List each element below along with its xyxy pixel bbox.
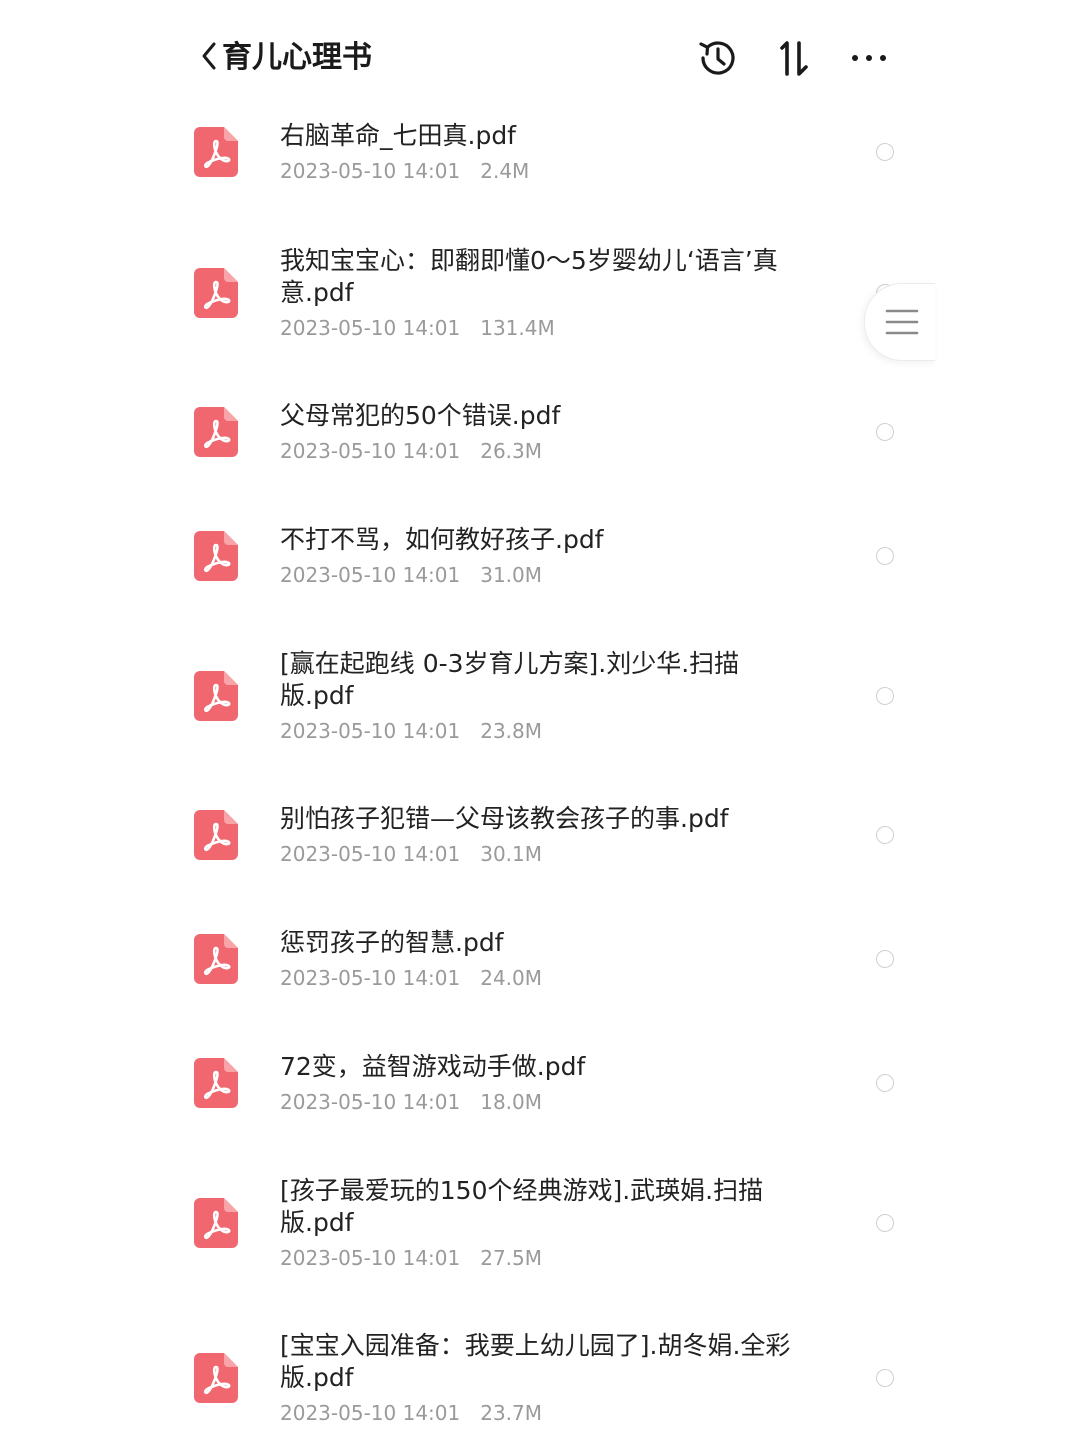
select-radio[interactable] bbox=[876, 1074, 894, 1092]
file-meta: 2023-05-10 14:01 18.0M bbox=[280, 1089, 542, 1115]
file-meta: 2023-05-10 14:01 27.5M bbox=[280, 1245, 542, 1271]
file-size: 31.0M bbox=[480, 563, 543, 587]
file-size: 23.7M bbox=[480, 1401, 543, 1425]
file-name: 不打不骂，如何教好孩子.pdf bbox=[280, 525, 604, 554]
file-name: [宝宝入园准备：我要上幼儿园了].胡冬娟.全彩版.pdf bbox=[280, 1331, 791, 1392]
file-name: 右脑革命_七田真.pdf bbox=[280, 121, 516, 150]
file-size: 2.4M bbox=[480, 159, 530, 183]
file-size: 27.5M bbox=[480, 1246, 543, 1270]
select-radio[interactable] bbox=[876, 1369, 894, 1387]
file-meta: 2023-05-10 14:01 26.3M bbox=[280, 438, 542, 464]
floating-menu-button[interactable] bbox=[864, 283, 935, 361]
pdf-file-icon bbox=[194, 407, 238, 457]
file-date: 2023-05-10 14:01 bbox=[280, 1401, 461, 1425]
file-date: 2023-05-10 14:01 bbox=[280, 842, 461, 866]
select-radio[interactable] bbox=[876, 826, 894, 844]
file-name: [赢在起跑线 0-3岁育儿方案].刘少华.扫描版.pdf bbox=[280, 649, 740, 710]
file-date: 2023-05-10 14:01 bbox=[280, 719, 461, 743]
pdf-file-icon bbox=[194, 268, 238, 318]
file-size: 26.3M bbox=[480, 439, 543, 463]
file-date: 2023-05-10 14:01 bbox=[280, 1246, 461, 1270]
select-radio[interactable] bbox=[876, 143, 894, 161]
file-meta: 2023-05-10 14:01 24.0M bbox=[280, 965, 542, 991]
file-meta: 2023-05-10 14:01 131.4M bbox=[280, 315, 555, 341]
file-name: 我知宝宝心：即翻即懂0～5岁婴幼儿‘语言’真意.pdf bbox=[280, 246, 778, 307]
pdf-file-icon bbox=[194, 531, 238, 581]
file-meta: 2023-05-10 14:01 31.0M bbox=[280, 562, 542, 588]
file-meta: 2023-05-10 14:01 23.7M bbox=[280, 1400, 542, 1426]
file-date: 2023-05-10 14:01 bbox=[280, 159, 461, 183]
pdf-file-icon bbox=[194, 1198, 238, 1248]
file-meta: 2023-05-10 14:01 30.1M bbox=[280, 841, 542, 867]
pdf-file-icon bbox=[194, 934, 238, 984]
select-radio[interactable] bbox=[876, 423, 894, 441]
file-size: 24.0M bbox=[480, 966, 543, 990]
file-name: [孩子最爱玩的150个经典游戏].武瑛娟.扫描版.pdf bbox=[280, 1176, 764, 1237]
menu-icon bbox=[885, 309, 919, 335]
file-date: 2023-05-10 14:01 bbox=[280, 316, 461, 340]
select-radio[interactable] bbox=[876, 1214, 894, 1232]
file-name: 惩罚孩子的智慧.pdf bbox=[280, 928, 504, 957]
file-size: 23.8M bbox=[480, 719, 543, 743]
pdf-file-icon bbox=[194, 127, 238, 177]
pdf-file-icon bbox=[194, 810, 238, 860]
file-date: 2023-05-10 14:01 bbox=[280, 439, 461, 463]
file-meta: 2023-05-10 14:01 23.8M bbox=[280, 718, 542, 744]
file-size: 30.1M bbox=[480, 842, 543, 866]
pdf-file-icon bbox=[194, 1058, 238, 1108]
pdf-file-icon bbox=[194, 1353, 238, 1403]
file-name: 父母常犯的50个错误.pdf bbox=[280, 401, 561, 430]
select-radio[interactable] bbox=[876, 547, 894, 565]
file-date: 2023-05-10 14:01 bbox=[280, 563, 461, 587]
file-size: 18.0M bbox=[480, 1090, 543, 1114]
file-date: 2023-05-10 14:01 bbox=[280, 1090, 461, 1114]
select-radio[interactable] bbox=[876, 950, 894, 968]
file-name: 别怕孩子犯错—父母该教会孩子的事.pdf bbox=[280, 804, 729, 833]
select-radio[interactable] bbox=[876, 687, 894, 705]
file-name: 72变，益智游戏动手做.pdf bbox=[280, 1052, 586, 1081]
file-meta: 2023-05-10 14:01 2.4M bbox=[280, 158, 529, 184]
file-size: 131.4M bbox=[480, 316, 555, 340]
file-list: 右脑革命_七田真.pdf 2023-05-10 14:01 2.4M 我知宝宝心：即翻… bbox=[0, 0, 1080, 1440]
pdf-file-icon bbox=[194, 671, 238, 721]
file-date: 2023-05-10 14:01 bbox=[280, 966, 461, 990]
